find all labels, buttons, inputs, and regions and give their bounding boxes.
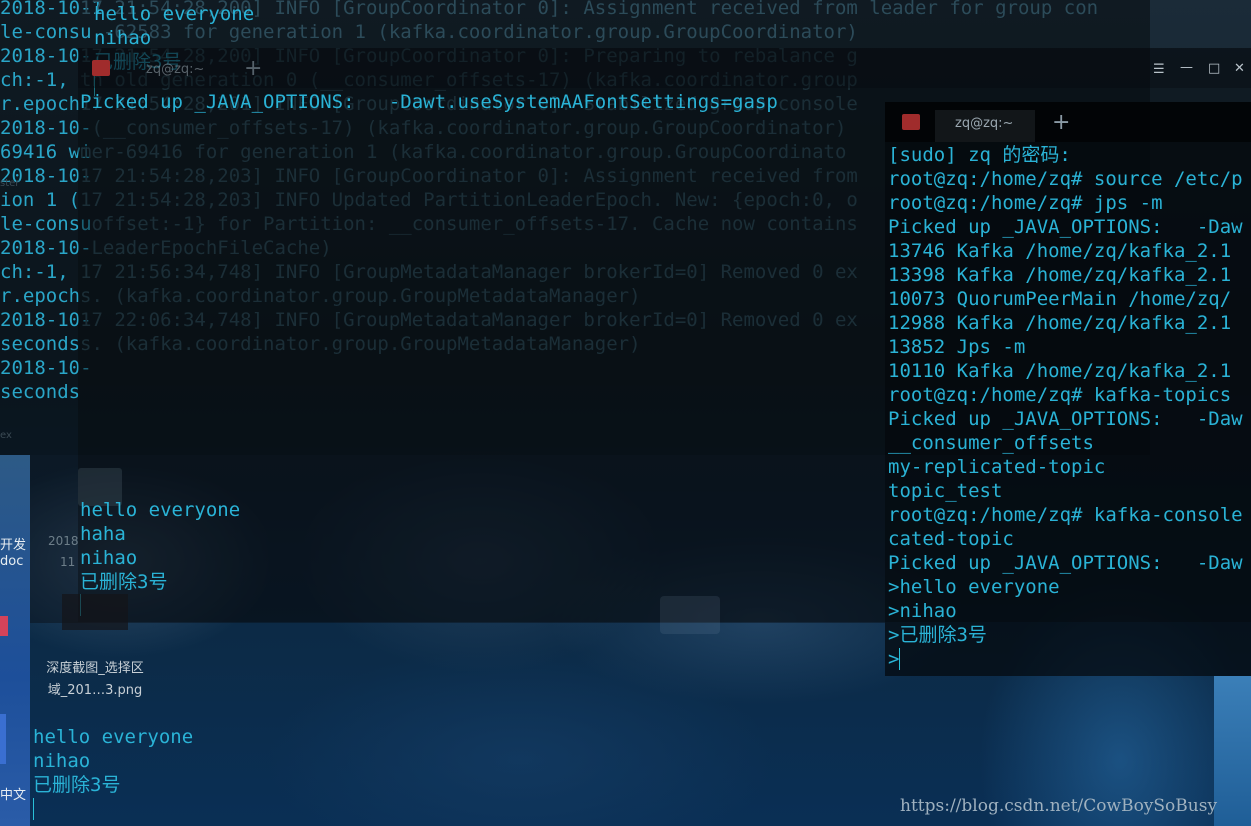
desktop-label-11: 11 — [60, 555, 76, 569]
terminal-line: Picked up _JAVA_OPTIONS: -Daw — [888, 216, 1243, 238]
new-tab-plus-icon[interactable]: + — [1052, 112, 1070, 134]
right-terminal-output: [sudo] zq 的密码: root@zq:/home/zq# source /… — [888, 143, 1243, 671]
menu-icon[interactable]: ☰ — [1153, 62, 1165, 77]
consumer-1-output: hello everyone haha nihao 已删除3号 — [80, 498, 240, 594]
blue-app-icon — [0, 714, 6, 764]
consumer-message: 已删除3号 — [80, 571, 168, 593]
text-cursor — [899, 648, 900, 670]
text-cursor — [33, 798, 34, 820]
terminal-line: my-replicated-topic — [888, 456, 1106, 478]
terminal-line: 13746 Kafka /home/zq/kafka_2.1 — [888, 240, 1232, 262]
desktop-file-icon — [660, 596, 720, 634]
desktop-icon-label[interactable]: 深度截图_选择区 — [30, 657, 160, 676]
minimize-icon[interactable]: — — [1180, 60, 1193, 75]
picked-up-java-options-line: Picked up _JAVA_OPTIONS: -Dawt.useSystem… — [80, 91, 778, 113]
terminal-line: 10073 QuorumPeerMain /home/zq/ — [888, 288, 1232, 310]
desktop-left-strip — [0, 455, 30, 826]
desktop-label-kaifa[interactable]: 开发 — [0, 534, 26, 553]
terminal-line: cated-topic — [888, 528, 1014, 550]
terminal-line: 12988 Kafka /home/zq/kafka_2.1 — [888, 312, 1232, 334]
new-tab-plus-icon[interactable]: + — [244, 58, 262, 80]
consumer-message: hello everyone — [80, 499, 241, 521]
consumer-message: nihao — [80, 547, 138, 569]
terminal-line: 10110 Kafka /home/zq/kafka_2.1 — [888, 360, 1232, 382]
terminal-icon — [902, 114, 920, 130]
desktop-right-strip — [1214, 676, 1251, 826]
consumer-message: nihao — [94, 27, 152, 49]
terminal-icon — [92, 60, 110, 76]
consumer-2-output: hello everyone nihao 已删除3号 — [33, 725, 193, 797]
desktop-icon-sublabel[interactable]: 域_201…3.png — [30, 679, 160, 698]
terminal-line: >hello everyone — [888, 576, 1060, 598]
terminal-line: 13852 Jps -m — [888, 336, 1026, 358]
tab-zq-zq[interactable]: zq@zq:~ — [955, 116, 1013, 131]
close-icon[interactable]: ✕ — [1234, 61, 1245, 76]
consumer-message: hello everyone — [94, 3, 255, 25]
faded-label-ex: ex — [0, 430, 12, 441]
terminal-line: >nihao — [888, 600, 957, 622]
maximize-icon[interactable]: □ — [1208, 61, 1220, 76]
terminal-line: > — [888, 648, 900, 670]
terminal-line: topic_test — [888, 480, 1003, 502]
terminal-line: root@zq:/home/zq# kafka-topics — [888, 384, 1232, 406]
consumer-message: 已删除3号 — [33, 774, 121, 796]
tab-zq-zq[interactable]: zq@zq:~ — [146, 62, 204, 77]
desktop-label-2018: 2018 — [48, 534, 79, 548]
red-app-icon — [0, 616, 8, 636]
faded-label-ster: ster — [0, 178, 20, 189]
terminal-line: root@zq:/home/zq# source /etc/p — [888, 168, 1243, 190]
desktop-label-doc[interactable]: doc — [0, 554, 23, 569]
terminal-line: root@zq:/home/zq# jps -m — [888, 192, 1163, 214]
terminal-line: root@zq:/home/zq# kafka-console — [888, 504, 1243, 526]
consumer-message: nihao — [33, 750, 91, 772]
consumer-message: haha — [80, 523, 126, 545]
terminal-line: Picked up _JAVA_OPTIONS: -Daw — [888, 408, 1243, 430]
consumer-message: hello everyone — [33, 726, 194, 748]
desktop-image-icon — [62, 594, 128, 630]
watermark: https://blog.csdn.net/CowBoySoBusy — [900, 796, 1218, 816]
terminal-line: Picked up _JAVA_OPTIONS: -Daw — [888, 552, 1243, 574]
terminal-line: [sudo] zq 的密码: — [888, 144, 1071, 166]
desktop-label-zhongwen[interactable]: 中文 — [0, 784, 26, 803]
terminal-line: >已删除3号 — [888, 624, 987, 646]
terminal-line: __consumer_offsets — [888, 432, 1094, 454]
terminal-line: 13398 Kafka /home/zq/kafka_2.1 — [888, 264, 1232, 286]
